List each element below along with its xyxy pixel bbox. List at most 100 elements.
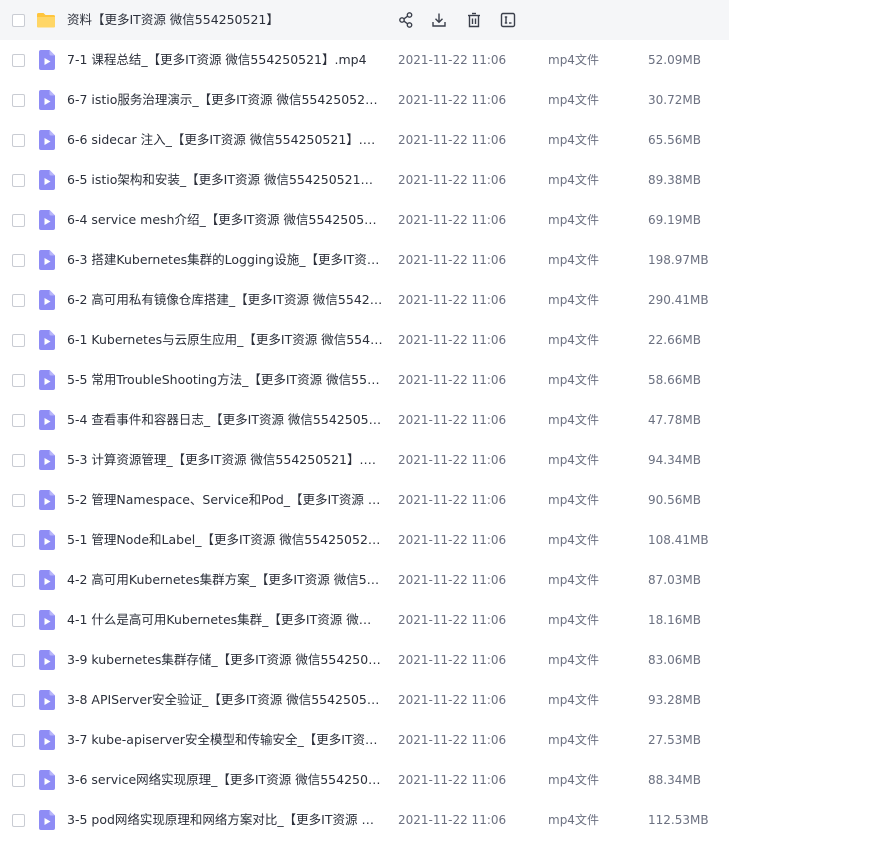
file-row[interactable]: 3-9 kubernetes集群存储_【更多IT资源 微信554250521】.… [0,640,876,680]
file-name[interactable]: 4-2 高可用Kubernetes集群方案_【更多IT资源 微信55425052… [67,560,383,600]
file-name[interactable]: 6-6 sidecar 注入_【更多IT资源 微信554250521】.mp4 [67,120,383,160]
row-checkbox[interactable] [12,214,25,227]
file-name[interactable]: 6-4 service mesh介绍_【更多IT资源 微信554250521】.… [67,200,383,240]
file-name[interactable]: 7-1 课程总结_【更多IT资源 微信554250521】.mp4 [67,40,383,80]
file-name[interactable]: 6-2 高可用私有镜像仓库搭建_【更多IT资源 微信554250521】.mp4 [67,280,383,320]
file-name[interactable]: 3-5 pod网络实现原理和网络方案对比_【更多IT资源 微信554250521… [67,800,383,840]
file-name[interactable]: 3-9 kubernetes集群存储_【更多IT资源 微信554250521】.… [67,640,383,680]
file-row[interactable]: 6-7 istio服务治理演示_【更多IT资源 微信554250521】.mp4… [0,80,876,120]
file-row[interactable]: 3-5 pod网络实现原理和网络方案对比_【更多IT资源 微信554250521… [0,800,876,840]
file-row[interactable]: 5-5 常用TroubleShooting方法_【更多IT资源 微信554250… [0,360,876,400]
file-type: mp4文件 [548,573,599,587]
file-row[interactable]: 3-8 APIServer安全验证_【更多IT资源 微信554250521】.m… [0,680,876,720]
delete-icon[interactable] [465,11,483,29]
video-file-icon [39,330,55,350]
modified-date: 2021-11-22 11:06 [398,613,507,627]
modified-date: 2021-11-22 11:06 [398,453,507,467]
file-name[interactable]: 6-5 istio架构和安装_【更多IT资源 微信554250521】.mp4 [67,160,383,200]
modified-date: 2021-11-22 11:06 [398,373,507,387]
file-row[interactable]: 6-6 sidecar 注入_【更多IT资源 微信554250521】.mp4 … [0,120,876,160]
file-row[interactable]: 6-3 搭建Kubernetes集群的Logging设施_【更多IT资源 微信5… [0,240,876,280]
file-size: 18.16MB [648,613,701,627]
row-checkbox[interactable] [12,374,25,387]
modified-date: 2021-11-22 11:06 [398,173,507,187]
row-checkbox[interactable] [12,94,25,107]
file-name[interactable]: 5-5 常用TroubleShooting方法_【更多IT资源 微信554250… [67,360,383,400]
video-file-icon [39,810,55,830]
video-file-icon [39,610,55,630]
file-type: mp4文件 [548,693,599,707]
file-name[interactable]: 3-7 kube-apiserver安全模型和传输安全_【更多IT资源 微信55… [67,720,383,760]
rename-icon[interactable] [499,11,517,29]
row-checkbox[interactable] [12,54,25,67]
modified-date: 2021-11-22 11:06 [398,93,507,107]
file-name[interactable]: 6-7 istio服务治理演示_【更多IT资源 微信554250521】.mp4 [67,80,383,120]
video-file-icon [39,370,55,390]
file-row[interactable]: 5-3 计算资源管理_【更多IT资源 微信554250521】.mp4 2021… [0,440,876,480]
row-checkbox[interactable] [12,774,25,787]
modified-date: 2021-11-22 11:06 [398,413,507,427]
row-checkbox[interactable] [12,134,25,147]
download-icon[interactable] [430,11,448,29]
share-icon[interactable] [397,11,415,29]
video-file-icon [39,490,55,510]
file-row[interactable]: 6-4 service mesh介绍_【更多IT资源 微信554250521】.… [0,200,876,240]
file-name[interactable]: 5-3 计算资源管理_【更多IT资源 微信554250521】.mp4 [67,440,383,480]
file-row[interactable]: 3-7 kube-apiserver安全模型和传输安全_【更多IT资源 微信55… [0,720,876,760]
row-checkbox[interactable] [12,534,25,547]
file-row[interactable]: 6-2 高可用私有镜像仓库搭建_【更多IT资源 微信554250521】.mp4… [0,280,876,320]
file-name[interactable]: 3-6 service网络实现原理_【更多IT资源 微信554250521】.m… [67,760,383,800]
file-size: 27.53MB [648,733,701,747]
file-size: 108.41MB [648,533,709,547]
row-checkbox[interactable] [12,734,25,747]
file-row[interactable]: 5-2 管理Namespace、Service和Pod_【更多IT资源 微信55… [0,480,876,520]
modified-date: 2021-11-22 11:06 [398,493,507,507]
modified-date: 2021-11-22 11:06 [398,133,507,147]
folder-name[interactable]: 资料【更多IT资源 微信554250521】 [67,0,387,40]
folder-icon [36,11,56,29]
row-checkbox[interactable] [12,294,25,307]
file-name[interactable]: 5-1 管理Node和Label_【更多IT资源 微信554250521】.mp… [67,520,383,560]
row-checkbox[interactable] [12,614,25,627]
file-row[interactable]: 4-1 什么是高可用Kubernetes集群_【更多IT资源 微信5542505… [0,600,876,640]
file-name[interactable]: 5-4 查看事件和容器日志_【更多IT资源 微信554250521】.mp4 [67,400,383,440]
video-file-icon [39,530,55,550]
file-size: 290.41MB [648,293,709,307]
file-name[interactable]: 3-8 APIServer安全验证_【更多IT资源 微信554250521】.m… [67,680,383,720]
row-checkbox[interactable] [12,254,25,267]
file-type: mp4文件 [548,813,599,827]
folder-row[interactable]: 资料【更多IT资源 微信554250521】 [0,0,729,40]
file-size: 89.38MB [648,173,701,187]
file-row[interactable]: 5-4 查看事件和容器日志_【更多IT资源 微信554250521】.mp4 2… [0,400,876,440]
file-row[interactable]: 6-5 istio架构和安装_【更多IT资源 微信554250521】.mp4 … [0,160,876,200]
file-size: 198.97MB [648,253,709,267]
row-checkbox[interactable] [12,334,25,347]
file-name[interactable]: 5-2 管理Namespace、Service和Pod_【更多IT资源 微信55… [67,480,383,520]
file-size: 93.28MB [648,693,701,707]
video-file-icon [39,210,55,230]
file-row[interactable]: 3-6 service网络实现原理_【更多IT资源 微信554250521】.m… [0,760,876,800]
file-size: 30.72MB [648,93,701,107]
file-type: mp4文件 [548,613,599,627]
row-checkbox[interactable] [12,414,25,427]
file-name[interactable]: 6-3 搭建Kubernetes集群的Logging设施_【更多IT资源 微信5… [67,240,383,280]
row-checkbox[interactable] [12,574,25,587]
row-checkbox[interactable] [12,454,25,467]
file-row[interactable]: 6-1 Kubernetes与云原生应用_【更多IT资源 微信554250521… [0,320,876,360]
row-checkbox[interactable] [12,814,25,827]
file-row[interactable]: 4-2 高可用Kubernetes集群方案_【更多IT资源 微信55425052… [0,560,876,600]
file-type: mp4文件 [548,373,599,387]
file-type: mp4文件 [548,493,599,507]
video-file-icon [39,690,55,710]
row-checkbox[interactable] [12,494,25,507]
file-row[interactable]: 5-1 管理Node和Label_【更多IT资源 微信554250521】.mp… [0,520,876,560]
row-checkbox[interactable] [12,14,25,27]
file-size: 69.19MB [648,213,701,227]
row-checkbox[interactable] [12,174,25,187]
row-checkbox[interactable] [12,694,25,707]
file-name[interactable]: 6-1 Kubernetes与云原生应用_【更多IT资源 微信554250521… [67,320,383,360]
row-checkbox[interactable] [12,654,25,667]
modified-date: 2021-11-22 11:06 [398,533,507,547]
file-row[interactable]: 7-1 课程总结_【更多IT资源 微信554250521】.mp4 2021-1… [0,40,876,80]
file-name[interactable]: 4-1 什么是高可用Kubernetes集群_【更多IT资源 微信5542505… [67,600,383,640]
